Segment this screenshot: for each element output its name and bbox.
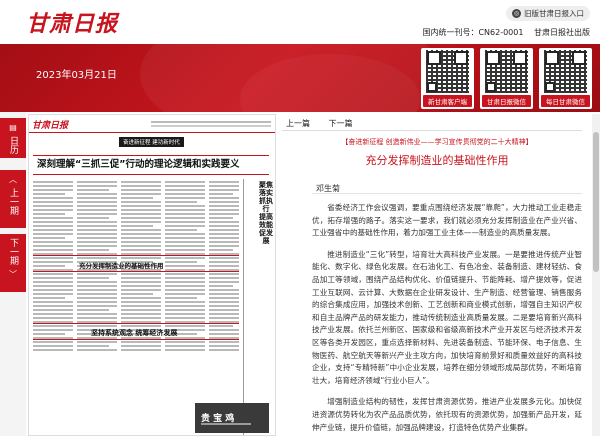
text-column xyxy=(33,181,73,353)
chevron-up-icon: ︿ xyxy=(9,175,17,184)
article-pager: 上一篇 下一篇 xyxy=(286,118,369,129)
qr-code-icon xyxy=(485,50,528,93)
next-article-link[interactable]: 下一篇 xyxy=(329,119,353,128)
next-issue-label: 下一期 xyxy=(8,238,18,265)
article-paragraph: 推进制造业“三化”转型，培育壮大高科技产业发展。一是要推进传统产业智能化、数字化… xyxy=(312,249,582,385)
prev-article-link[interactable]: 上一篇 xyxy=(286,119,310,128)
paper-vertical-title[interactable]: 聚焦落实抓执行 提高效能促发展 xyxy=(259,181,273,245)
paper-masthead: 甘肃日报 xyxy=(29,115,275,133)
paper-kicker: 奋进新征程 建功新时代 xyxy=(119,137,184,147)
qr-code-icon xyxy=(544,50,587,93)
paper-logo: 甘肃日报 xyxy=(32,121,69,131)
article-body: 省委经济工作会议强调，要重点围绕经济发展“靠爬”，大力推动工业走稳走优，拓存增强… xyxy=(312,202,582,436)
article-paragraph: 增强制造业结构的韧性，发挥甘肃资源优势，推进产业发展多元化。加快促进资源优势转化… xyxy=(312,397,582,432)
qr-label: 每日甘肃微信 xyxy=(541,95,590,107)
chevron-down-icon: ﹀ xyxy=(9,270,17,279)
article-panel: 上一篇 下一篇 【奋进新征程 创造新伟业——学习宣传贯彻党的二十大精神】 充分发… xyxy=(282,114,600,436)
article-kicker: 【奋进新征程 创造新伟业——学习宣传贯彻党的二十大精神】 xyxy=(341,138,533,146)
prev-issue-label: 上一期 xyxy=(8,188,18,215)
qr-label: 甘肃日报微信 xyxy=(482,95,531,107)
qr-label: 新甘肃客户端 xyxy=(423,95,472,107)
paper-article-title[interactable]: 充分发挥制造业的基础性作用 xyxy=(79,260,164,270)
calendar-button[interactable]: ▤ 日历 xyxy=(0,118,26,158)
qr-card-daily[interactable]: 每日甘肃微信 xyxy=(539,48,592,109)
text-column xyxy=(209,181,239,353)
scrollbar-track[interactable] xyxy=(592,114,600,436)
article-headline: 充分发挥制造业的基础性作用 xyxy=(365,154,509,167)
publisher-text: 甘肃日报社出版 xyxy=(534,28,590,37)
next-issue-button[interactable]: 下一期 ﹀ xyxy=(0,234,26,292)
newspaper-page-image[interactable]: 甘肃日报 奋进新征程 建功新时代 深刻理解“三抓三促”行动的理论逻辑和实践要义 … xyxy=(28,114,276,436)
prev-issue-button[interactable]: ︿ 上一期 xyxy=(0,170,26,228)
paper-bottom-title[interactable]: 坚持系统观念 统筹经济发展 xyxy=(91,328,177,338)
issn-text: 国内统一刊号：CN62-0001 xyxy=(422,28,524,37)
site-logo[interactable]: 甘肃日报 xyxy=(26,6,118,38)
site-header: 甘肃日报 ◎ 旧版甘肃日报入口 国内统一刊号：CN62-0001 甘肃日报社出版 xyxy=(0,0,600,44)
paper-advertisement[interactable]: 贵 宝 鸡 xyxy=(195,403,269,433)
qr-card-client[interactable]: 新甘肃客户端 xyxy=(421,48,474,109)
calendar-icon: ▤ xyxy=(9,123,17,132)
article-paragraph: 省委经济工作会议强调，要重点围绕经济发展“靠爬”，大力推动工业走稳走优，拓存增强… xyxy=(312,203,582,238)
globe-icon: ◎ xyxy=(512,9,521,18)
publication-info: 国内统一刊号：CN62-0001 甘肃日报社出版 xyxy=(414,27,590,38)
issue-date: 2023年03月21日 xyxy=(36,70,117,81)
qr-card-wechat[interactable]: 甘肃日报微信 xyxy=(480,48,533,109)
calendar-label: 日历 xyxy=(8,136,18,154)
old-version-button[interactable]: ◎ 旧版甘肃日报入口 xyxy=(506,6,590,21)
qr-code-group: 新甘肃客户端 甘肃日报微信 每日甘肃微信 xyxy=(421,48,592,109)
old-version-label: 旧版甘肃日报入口 xyxy=(524,9,584,18)
qr-code-icon xyxy=(426,50,469,93)
side-navigation: ▤ 日历 ︿ 上一期 下一期 ﹀ xyxy=(0,112,26,436)
paper-main-title[interactable]: 深刻理解“三抓三促”行动的理论逻辑和实践要义 xyxy=(33,155,269,175)
scrollbar-thumb[interactable] xyxy=(593,132,599,272)
date-banner: 2023年03月21日 新甘肃客户端 甘肃日报微信 每日甘肃微信 xyxy=(0,44,600,112)
